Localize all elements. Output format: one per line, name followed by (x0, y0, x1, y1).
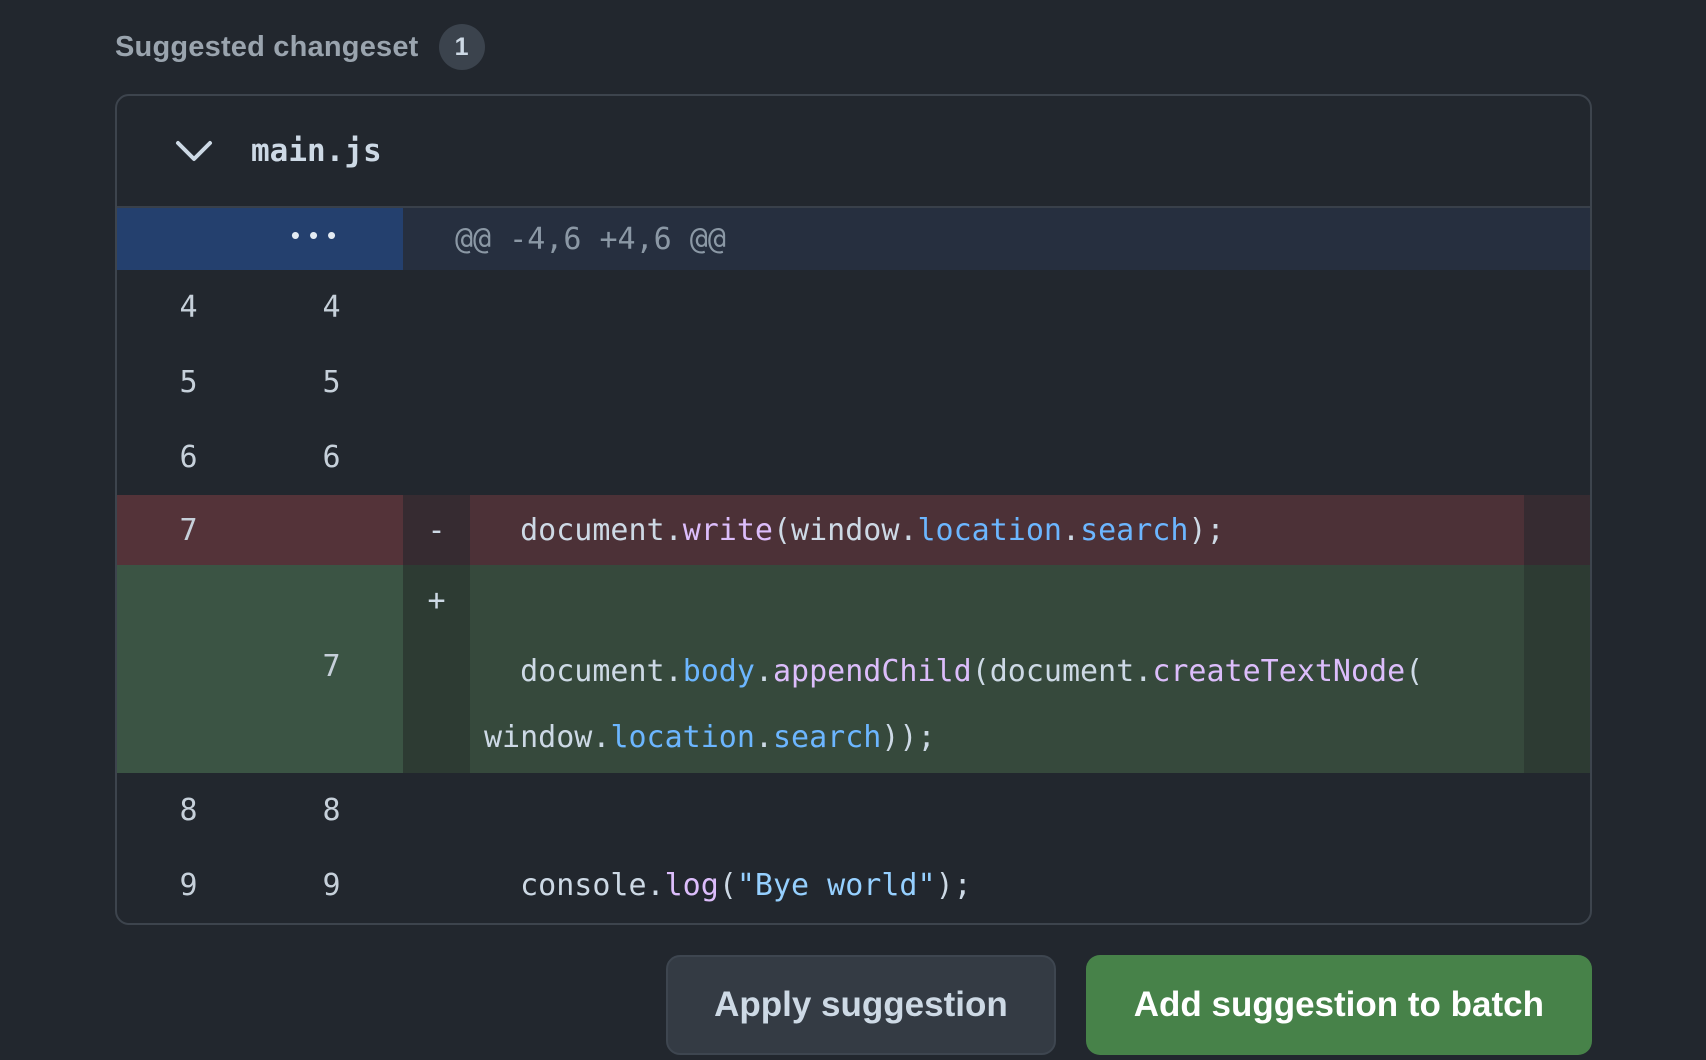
changeset-title: Suggested changeset (115, 31, 419, 64)
new-line-number: 9 (260, 848, 403, 923)
row-edge (1524, 495, 1590, 565)
old-line-number: 4 (117, 270, 260, 345)
diff-marker (403, 420, 470, 495)
new-line-number: 6 (260, 420, 403, 495)
code-token: . (755, 720, 773, 755)
ellipsis-icon: ••• (291, 220, 345, 259)
diff-row-context: 44 (117, 270, 1590, 345)
diff-row-addition: 7+ document.body.appendChild(document.cr… (117, 565, 1590, 773)
code-token: appendChild (773, 654, 972, 689)
old-line-number (117, 565, 260, 773)
code-token: . (755, 654, 773, 689)
row-edge (1524, 565, 1590, 773)
code-token: ); (1188, 513, 1224, 548)
diff-panel: main.js •••@@ -4,6 +4,6 @@4455667- docum… (115, 94, 1592, 925)
diff-row-context: 55 (117, 345, 1590, 420)
code-token: ( (719, 868, 737, 903)
row-edge (1524, 270, 1590, 345)
code-token: window. (484, 720, 610, 755)
diff-marker: + (403, 565, 470, 773)
row-edge (1524, 773, 1590, 848)
diff-row-context: 66 (117, 420, 1590, 495)
diff-row-context: 99 console.log("Bye world"); (117, 848, 1590, 923)
code-line: console.log("Bye world"); (470, 848, 1524, 923)
code-line: document.write(window.location.search); (470, 495, 1524, 565)
suggested-changeset-container: Suggested changeset 1 main.js ••• @@ -4,6… (0, 0, 1592, 1055)
row-edge (1524, 420, 1590, 495)
suggestion-actions: Apply suggestion Add suggestion to batch (115, 955, 1592, 1055)
old-line-number: 5 (117, 345, 260, 420)
new-line-number: 8 (260, 773, 403, 848)
changeset-title-row: Suggested changeset 1 (115, 22, 1592, 72)
diff-row-deletion: 7 - document.write(window.location.search… (117, 495, 1590, 565)
new-line-number: 7 (260, 565, 403, 773)
code-token: ( (1405, 654, 1423, 689)
code-token: body (683, 654, 755, 689)
code-token: document. (484, 654, 683, 689)
diff-marker (403, 773, 470, 848)
code-wrapped-line: document.body.appendChild(document.creat… (484, 639, 1423, 705)
code-token: "Bye world" (737, 868, 936, 903)
apply-suggestion-button[interactable]: Apply suggestion (666, 955, 1056, 1055)
old-line-number: 9 (117, 848, 260, 923)
new-line-number: 5 (260, 345, 403, 420)
hunk-row: ••• @@ -4,6 +4,6 @@ (117, 208, 1590, 270)
file-name: main.js (251, 133, 382, 169)
code-line (470, 773, 1524, 848)
diff-marker (403, 345, 470, 420)
code-token: location (918, 513, 1063, 548)
code-token: createTextNode (1152, 654, 1405, 689)
old-line-number: 8 (117, 773, 260, 848)
code-token: document. (484, 513, 683, 548)
code-line (470, 270, 1524, 345)
code-token: (window. (773, 513, 918, 548)
new-line-number (260, 495, 403, 565)
hunk-header-text: @@ -4,6 +4,6 @@ (403, 208, 1590, 270)
old-line-number: 7 (117, 495, 260, 565)
code-token: )); (881, 720, 935, 755)
row-edge (1524, 345, 1590, 420)
old-line-number: 6 (117, 420, 260, 495)
code-token: search (773, 720, 881, 755)
row-edge (1524, 848, 1590, 923)
code-line (470, 345, 1524, 420)
code-line (470, 420, 1524, 495)
expand-hunk-button[interactable]: ••• (117, 208, 403, 270)
new-line-number: 4 (260, 270, 403, 345)
diff-marker: - (403, 495, 470, 565)
code-token: location (610, 720, 755, 755)
changeset-count-badge: 1 (439, 24, 485, 70)
code-wrapped-line: window.location.search)); (484, 705, 936, 771)
diff-marker (403, 270, 470, 345)
add-suggestion-to-batch-button[interactable]: Add suggestion to batch (1086, 955, 1592, 1055)
code-token: write (683, 513, 773, 548)
code-token: (document. (972, 654, 1153, 689)
diff-table: •••@@ -4,6 +4,6 @@4455667- document.writ… (117, 208, 1590, 923)
diff-row-context: 88 (117, 773, 1590, 848)
diff-marker (403, 848, 470, 923)
code-token: . (1062, 513, 1080, 548)
code-token: log (665, 868, 719, 903)
code-token: console. (484, 868, 665, 903)
file-header[interactable]: main.js (117, 96, 1590, 208)
code-token: ); (936, 868, 972, 903)
code-line: document.body.appendChild(document.creat… (470, 565, 1524, 773)
chevron-down-icon[interactable] (175, 138, 215, 164)
code-token: search (1080, 513, 1188, 548)
